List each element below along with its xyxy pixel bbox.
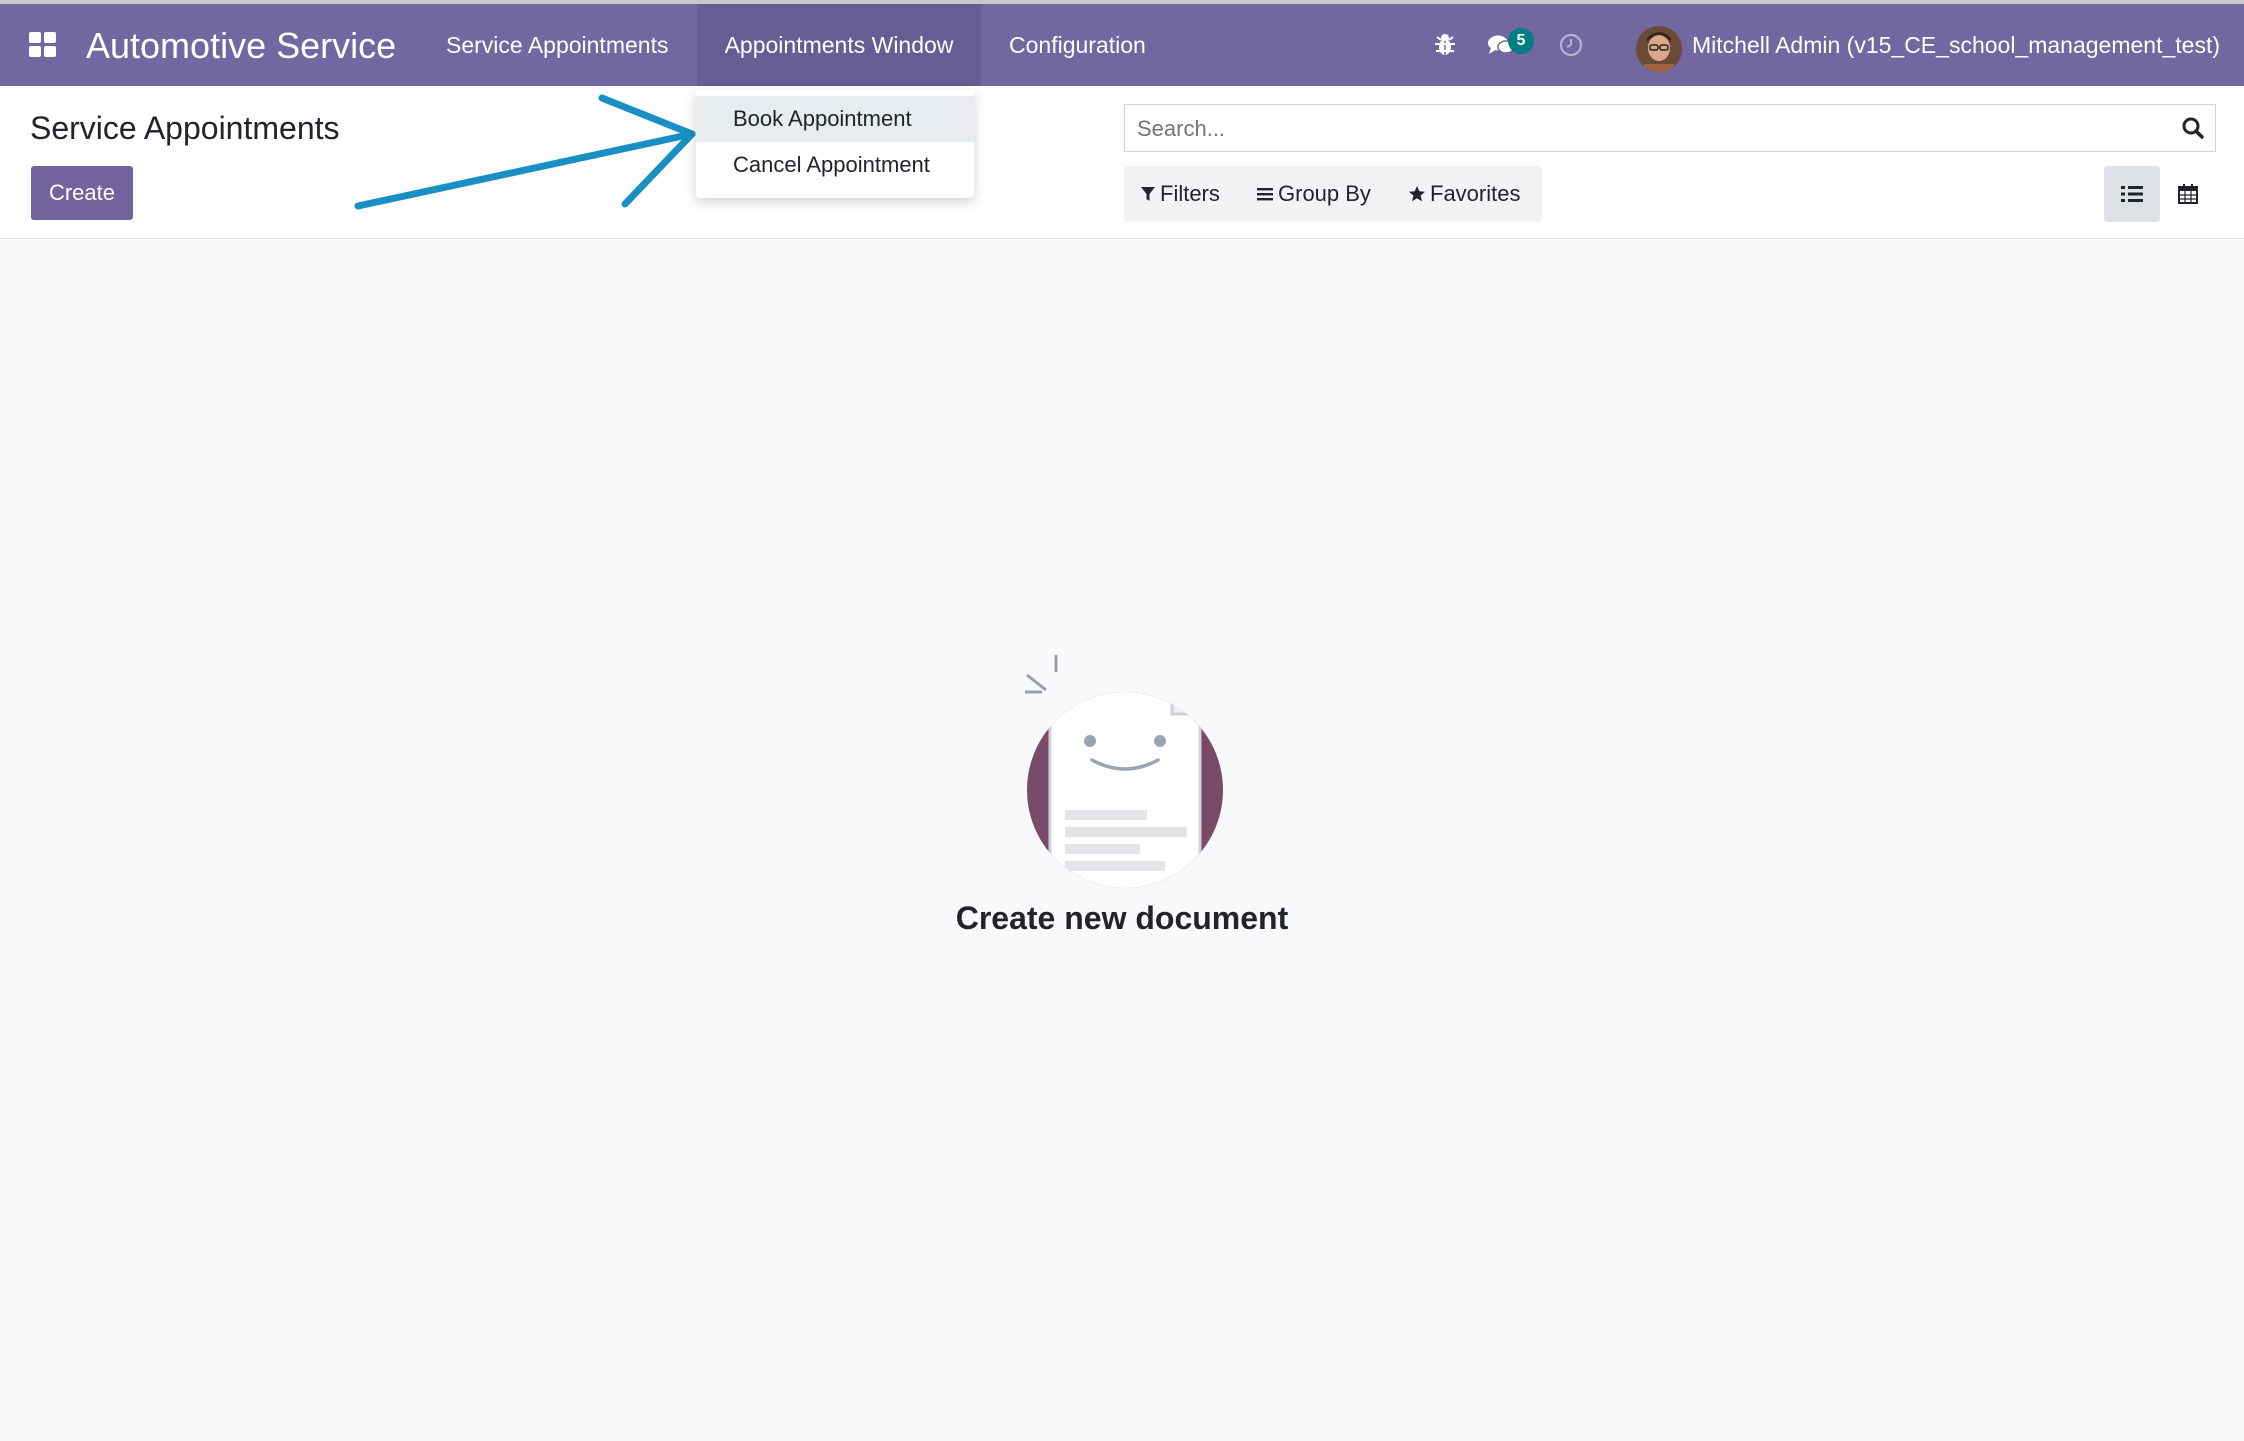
menu-item-book-appointment[interactable]: Book Appointment xyxy=(696,96,974,142)
empty-document-illustration xyxy=(1020,650,1230,900)
view-switcher xyxy=(2104,166,2216,222)
menu-appointments-window[interactable]: Appointments Window xyxy=(697,4,981,86)
filters-button[interactable]: Filters xyxy=(1140,166,1220,222)
app-brand[interactable]: Automotive Service xyxy=(86,24,396,68)
group-by-label: Group By xyxy=(1278,181,1371,206)
control-panel: Service Appointments Create Filters Grou… xyxy=(0,86,2244,239)
apps-grid-icon[interactable] xyxy=(28,30,58,60)
clock-icon[interactable] xyxy=(1556,4,1586,86)
filters-label: Filters xyxy=(1160,181,1220,206)
search-options-bar: Filters Group By Favorites xyxy=(1124,166,1542,222)
empty-state-title: Create new document xyxy=(955,900,1289,936)
favorites-button[interactable]: Favorites xyxy=(1408,166,1520,222)
group-by-button[interactable]: Group By xyxy=(1256,166,1371,222)
annotation-arrow xyxy=(350,90,710,220)
favorites-label: Favorites xyxy=(1430,181,1521,206)
menu-item-cancel-appointment[interactable]: Cancel Appointment xyxy=(696,142,974,188)
search-input[interactable] xyxy=(1135,105,2159,153)
list-view-button[interactable] xyxy=(2104,166,2160,222)
calendar-icon xyxy=(2178,184,2198,204)
menu-service-appointments[interactable]: Service Appointments xyxy=(418,4,668,86)
filter-icon xyxy=(1141,187,1155,201)
avatar[interactable] xyxy=(1636,26,1682,72)
bars-icon xyxy=(1257,188,1273,201)
messages-count-badge: 5 xyxy=(1508,28,1534,54)
search-icon[interactable] xyxy=(2181,116,2205,140)
create-button[interactable]: Create xyxy=(31,166,133,220)
main-navbar: Automotive Service Service Appointments … xyxy=(0,4,2244,86)
page-title: Service Appointments xyxy=(30,110,340,146)
menu-configuration[interactable]: Configuration xyxy=(981,4,1181,86)
user-menu[interactable]: Mitchell Admin (v15_CE_school_management… xyxy=(1692,4,2220,86)
appointments-window-dropdown: Book Appointment Cancel Appointment xyxy=(696,90,974,198)
star-icon xyxy=(1409,186,1425,202)
calendar-view-button[interactable] xyxy=(2160,166,2216,222)
list-icon xyxy=(2121,186,2143,202)
bug-icon[interactable] xyxy=(1428,4,1462,86)
search-box xyxy=(1124,104,2216,153)
